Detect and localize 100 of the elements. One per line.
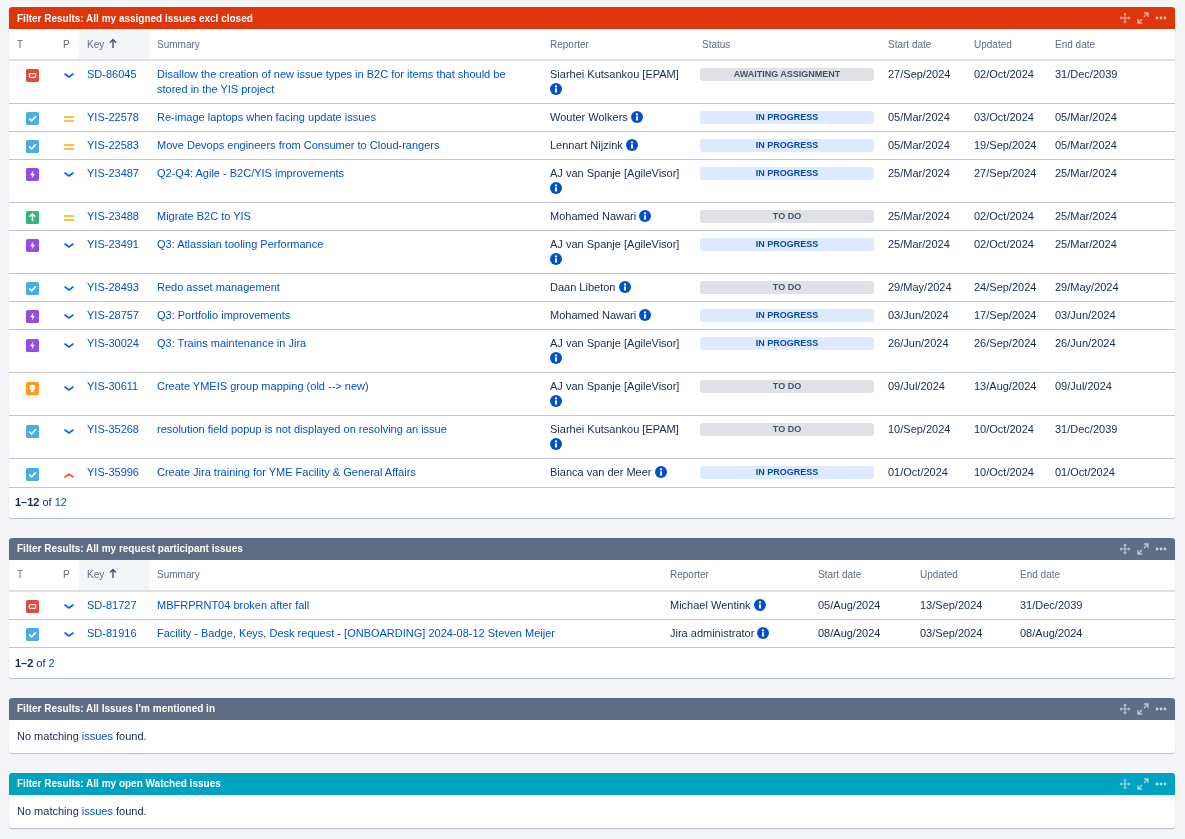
date-text: 19/Sep/2024 [974,139,1037,152]
column-header[interactable]: Status [694,29,880,60]
expand-icon [1137,12,1149,24]
empty-message: No matching issues found. [17,729,147,744]
info-icon [757,626,770,639]
move-icon [1119,777,1131,790]
info-icon [550,438,562,451]
column-header[interactable]: Start date [880,29,966,60]
pagination-text: of [42,495,52,511]
issue-summary-link[interactable]: resolution field popup is not displayed on resolving an issue [157,422,534,438]
issue-summary-link[interactable]: Q3: Trains maintenance in Jira [157,336,534,352]
issues-link[interactable]: issues [81,805,113,817]
column-header[interactable]: P [55,559,79,591]
status-lozenge: IN PROGRESS [700,111,874,124]
issue-key-link[interactable]: YIS-28493 [87,281,139,294]
issue-summary-link[interactable]: Move Devops engineers from Consumer to Cloud-rangers [157,138,534,154]
date-text: 10/Oct/2024 [974,423,1034,436]
date-text: 03/Oct/2024 [974,111,1034,123]
issue-key-link[interactable]: SD-86045 [87,68,137,80]
status-lozenge: IN PROGRESS [700,238,874,252]
info-icon [639,309,652,322]
date-text: 08/Aug/2024 [818,626,881,639]
column-header[interactable]: Key [79,559,149,591]
issue-summary-link[interactable]: Facility - Badge, Keys, Desk request - [ONBOARDING] 2024-08-12 Steven Meijer [157,625,654,641]
column-header[interactable]: Updated [912,559,1012,591]
column-header[interactable]: Reporter [662,559,810,591]
column-header[interactable]: End date [1047,29,1175,60]
issue-summary-link[interactable]: Q2-Q4: Agile - B2C/YIS improvements [157,166,534,182]
issue-summary-link[interactable]: Disallow the creation of new issue types in B2C for items that should be stored in the YIS project [157,67,534,97]
column-header[interactable]: P [55,29,79,60]
column-header[interactable]: End date [1012,559,1175,591]
column-header[interactable]: Updated [966,29,1047,60]
reporter-name: Bianca van der Meer [550,465,652,481]
total-count-link[interactable]: 2 [48,654,55,671]
issue-summary-link[interactable]: Create Jira training for YME Facility & General Affairs [157,465,534,481]
status-lozenge: IN PROGRESS [700,309,874,323]
status-lozenge: IN PROGRESS [700,337,874,351]
date-text: 27/Sep/2024 [974,167,1037,180]
more-icon [1155,781,1167,786]
date-text: 05/Mar/2024 [888,111,950,123]
status-lozenge: IN PROGRESS [700,466,874,480]
date-text: 05/Mar/2024 [1055,139,1117,152]
status-lozenge: TO DO [700,210,874,224]
status-lozenge: AWAITING ASSIGNMENT [700,68,874,81]
issue-key-link[interactable]: YIS-28757 [87,309,139,322]
expand-icon [1137,777,1149,790]
column-header[interactable]: T [9,29,55,60]
issue-key-link[interactable]: YIS-35996 [87,466,139,479]
gadget-title: Filter Results: All my assigned issues excl closed [17,11,253,26]
total-count-link[interactable]: 12 [54,494,67,511]
date-text: 13/Aug/2024 [974,380,1037,393]
issue-key-link[interactable]: SD-81916 [87,626,137,639]
reporter-name: AJ van Spanje [AgileVisor] [550,336,680,352]
date-text: 26/Sep/2024 [974,337,1037,350]
issue-key-link[interactable]: YIS-22578 [87,111,139,123]
reporter-name: Siarhei Kutsankou [EPAM] [550,67,679,82]
gadget-title: Filter Results: All Issues I’m mentioned in [17,702,215,717]
issue-summary-link[interactable]: Q3: Portfolio improvements [157,308,534,324]
reporter-name: AJ van Spanje [AgileVisor] [550,166,680,182]
date-text: 08/Aug/2024 [1020,626,1083,639]
more-icon [1155,16,1167,20]
expand-icon [1137,702,1149,715]
reporter-name: AJ van Spanje [AgileVisor] [550,379,680,395]
info-icon [550,182,562,195]
status-lozenge: IN PROGRESS [700,167,874,181]
reporter-name: Michael Wentink [670,597,751,613]
column-header[interactable]: T [9,559,55,591]
reporter-name: Jira administrator [670,625,755,641]
issue-summary-link[interactable]: Migrate B2C to YIS [157,209,534,225]
issue-key-link[interactable]: YIS-30024 [87,337,139,350]
column-header[interactable]: Summary [149,559,662,591]
issue-key-link[interactable]: YIS-22583 [87,139,139,152]
issue-summary-link[interactable]: Create YMEIS group mapping (old --> new) [157,379,534,395]
issue-summary-link[interactable]: Q3: Atlassian tooling Performance [157,237,534,253]
issue-summary-link[interactable]: MBFRPRNT04 broken after fall [157,597,654,613]
date-text: 29/May/2024 [888,281,952,294]
date-text: 25/Mar/2024 [1055,238,1117,251]
reporter-name: AJ van Spanje [AgileVisor] [550,237,680,253]
issue-summary-link[interactable]: Redo asset management [157,280,534,296]
column-header[interactable]: Key [79,29,149,60]
issue-key-link[interactable]: YIS-23491 [87,238,139,251]
issue-summary-link[interactable]: Re-image laptops when facing update issues [157,110,534,125]
issue-key-link[interactable]: YIS-30611 [87,380,139,393]
issue-key-link[interactable]: YIS-23487 [87,167,139,180]
issue-key-link[interactable]: YIS-23488 [87,210,139,223]
move-icon [1119,542,1131,555]
date-text: 26/Jun/2024 [1055,337,1116,350]
reporter-name: Mohamed Nawari [550,209,637,225]
info-icon [550,83,562,95]
date-text: 03/Sep/2024 [920,626,983,639]
column-header[interactable]: Summary [149,29,542,60]
status-lozenge: TO DO [700,380,874,394]
column-header[interactable]: Start date [810,559,912,591]
issue-key-link[interactable]: SD-81727 [87,598,137,611]
gadget-title: Filter Results: All my open Watched issues [17,777,221,792]
date-text: 09/Jul/2024 [1055,380,1112,393]
issues-link[interactable]: issues [81,730,113,742]
info-icon [618,281,631,294]
issue-key-link[interactable]: YIS-35268 [87,423,139,436]
column-header[interactable]: Reporter [542,29,694,60]
